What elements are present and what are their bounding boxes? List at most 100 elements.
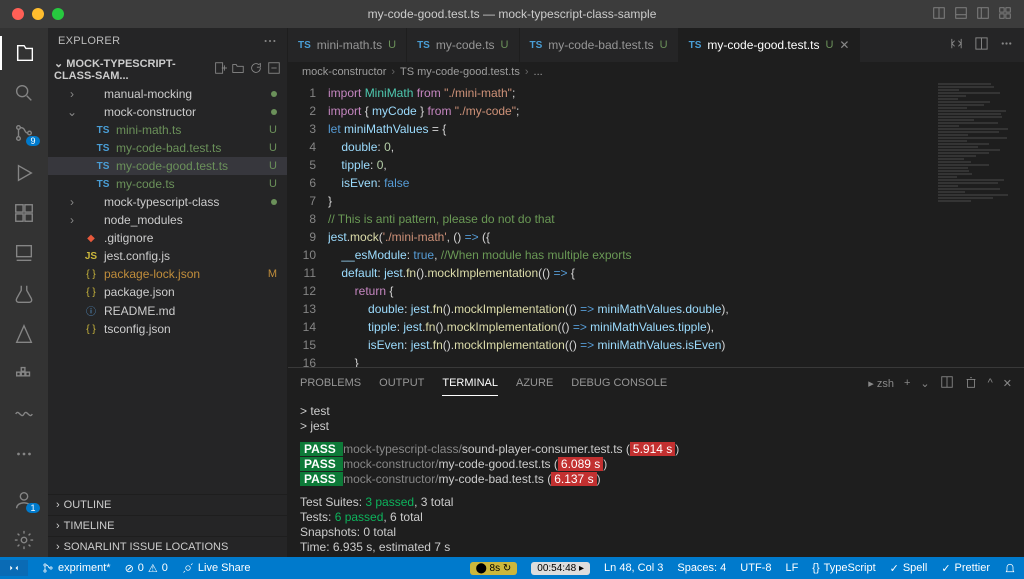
remote-indicator[interactable]: [0, 560, 28, 576]
kill-terminal-icon[interactable]: [964, 375, 978, 392]
tree-item-my-code-bad-test-ts[interactable]: TSmy-code-bad.test.tsU: [48, 139, 287, 157]
pass-badge: PASS: [300, 442, 343, 456]
sidebar-section-outline[interactable]: › OUTLINE: [48, 494, 287, 515]
terminal[interactable]: > test > jest PASS mock-typescript-class…: [288, 398, 1024, 557]
tree-item-README-md[interactable]: ⓘREADME.md: [48, 301, 287, 320]
eol[interactable]: LF: [785, 562, 798, 574]
tree-item--gitignore[interactable]: ◆.gitignore: [48, 229, 287, 247]
encoding[interactable]: UTF-8: [740, 562, 771, 574]
azure-icon[interactable]: [0, 317, 48, 351]
git-branch[interactable]: expriment*: [42, 562, 111, 574]
pass-badge: PASS: [300, 472, 343, 486]
tab-my-code-ts[interactable]: TSmy-code.tsU: [407, 28, 519, 62]
panel: PROBLEMS OUTPUT TERMINAL AZURE DEBUG CONSOLE…: [288, 367, 1024, 557]
tab-more-icon[interactable]: [999, 36, 1014, 54]
customize-layout-icon[interactable]: [998, 6, 1012, 23]
panel-tab-debug-console[interactable]: DEBUG CONSOLE: [571, 371, 667, 395]
live-share[interactable]: Live Share: [182, 562, 251, 574]
indentation[interactable]: Spaces: 4: [677, 562, 726, 574]
tree-item-mock-typescript-class[interactable]: ›mock-typescript-class: [48, 193, 287, 211]
tree-item-my-code-ts[interactable]: TSmy-code.tsU: [48, 175, 287, 193]
maximize-window[interactable]: [52, 8, 64, 20]
status-bar: expriment* ⊘ 0 ⚠ 0 Live Share ⬤ 8s ↻ 00:…: [0, 557, 1024, 579]
sidebar-section-sonarlint-issue-locations[interactable]: › SONARLINT ISSUE LOCATIONS: [48, 536, 287, 557]
timer-pill[interactable]: ⬤ 8s ↻: [470, 562, 518, 575]
tree-item-package-json[interactable]: { }package.json: [48, 283, 287, 301]
collapse-icon[interactable]: [267, 61, 281, 78]
notifications-icon[interactable]: [1004, 562, 1016, 574]
extensions-icon[interactable]: [0, 196, 48, 230]
search-icon[interactable]: [0, 76, 48, 110]
docker-icon[interactable]: [0, 357, 48, 391]
tree-item-my-code-good-test-ts[interactable]: TSmy-code-good.test.tsU: [48, 157, 287, 175]
tree-item-manual-mocking[interactable]: ›manual-mocking: [48, 85, 287, 103]
panel-toggle-icon[interactable]: [954, 6, 968, 23]
new-terminal-icon[interactable]: +: [904, 377, 910, 389]
scm-badge: 9: [26, 136, 40, 146]
run-debug-icon[interactable]: [0, 156, 48, 190]
compare-changes-icon[interactable]: [949, 36, 964, 54]
file-tree: ›manual-mocking⌄mock-constructorTSmini-m…: [48, 85, 287, 494]
new-folder-icon[interactable]: [231, 61, 245, 78]
maximize-panel-icon[interactable]: ^: [988, 377, 993, 389]
term-line: > test: [300, 404, 1012, 419]
tree-item-jest-config-js[interactable]: JSjest.config.js: [48, 247, 287, 265]
panel-tab-output[interactable]: OUTPUT: [379, 371, 424, 395]
tree-item-tsconfig-json[interactable]: { }tsconfig.json: [48, 320, 287, 338]
settings-icon[interactable]: [0, 523, 48, 557]
explorer-root[interactable]: ⌄ MOCK-TYPESCRIPT-CLASS-SAM...: [48, 54, 287, 85]
window-title: my-code-good.test.ts — mock-typescript-c…: [368, 7, 657, 21]
sidebar-section-timeline[interactable]: › TIMELINE: [48, 515, 287, 536]
tree-item-package-lock-json[interactable]: { }package-lock.jsonM: [48, 265, 287, 283]
panel-tab-terminal[interactable]: TERMINAL: [442, 371, 498, 396]
clock-pill[interactable]: 00:54:48 ▸: [531, 562, 590, 575]
source-control-icon[interactable]: 9: [0, 116, 48, 150]
tabs-actions: [939, 28, 1024, 62]
line-gutter: 1234567891011121314151617181920: [288, 82, 328, 367]
explorer-menu-icon[interactable]: [263, 34, 277, 48]
explorer-icon[interactable]: [0, 36, 48, 70]
new-file-icon[interactable]: [213, 61, 227, 78]
close-window[interactable]: [12, 8, 24, 20]
tab-my-code-good-test-ts[interactable]: TSmy-code-good.test.tsU✕: [679, 28, 861, 62]
prettier-status[interactable]: ✓ Prettier: [941, 562, 990, 575]
refresh-icon[interactable]: [249, 61, 263, 78]
account-icon[interactable]: 1: [0, 483, 48, 517]
term-line: > jest: [300, 419, 1012, 434]
terminal-dropdown-icon[interactable]: ⌄: [920, 377, 929, 390]
layout-toggle-icon[interactable]: [932, 6, 946, 23]
tab-my-code-bad-test-ts[interactable]: TSmy-code-bad.test.tsU: [520, 28, 679, 62]
titlebar-actions: [932, 6, 1024, 23]
panel-tabs: PROBLEMS OUTPUT TERMINAL AZURE DEBUG CONSOLE…: [288, 368, 1024, 398]
tree-item-mini-math-ts[interactable]: TSmini-math.tsU: [48, 121, 287, 139]
window-controls: [0, 8, 64, 20]
root-label: MOCK-TYPESCRIPT-CLASS-SAM...: [54, 58, 176, 82]
panel-tab-azure[interactable]: AZURE: [516, 371, 553, 395]
close-tab-icon[interactable]: ✕: [839, 38, 849, 52]
editor-tabs: TSmini-math.tsUTSmy-code.tsUTSmy-code-ba…: [288, 28, 1024, 62]
split-editor-icon[interactable]: [974, 36, 989, 54]
minimize-window[interactable]: [32, 8, 44, 20]
tree-item-node-modules[interactable]: ›node_modules: [48, 211, 287, 229]
close-panel-icon[interactable]: ✕: [1003, 377, 1012, 390]
cursor-position[interactable]: Ln 48, Col 3: [604, 562, 663, 574]
problems-status[interactable]: ⊘ 0 ⚠ 0: [125, 562, 168, 575]
split-terminal-icon[interactable]: [940, 375, 954, 392]
explorer-heading: EXPLORER: [58, 35, 120, 47]
code-editor[interactable]: import MiniMath from "./mini-math";impor…: [328, 82, 934, 367]
sonarlint-icon[interactable]: [0, 397, 48, 431]
spell-check[interactable]: ✓ Spell: [890, 562, 928, 575]
tree-item-mock-constructor[interactable]: ⌄mock-constructor: [48, 103, 287, 121]
terminal-shell-label[interactable]: ▸ zsh: [868, 377, 894, 390]
test-icon[interactable]: [0, 276, 48, 310]
breadcrumb[interactable]: mock-constructor›TS my-code-good.test.ts…: [288, 62, 1024, 82]
titlebar: my-code-good.test.ts — mock-typescript-c…: [0, 0, 1024, 28]
panel-tab-problems[interactable]: PROBLEMS: [300, 371, 361, 395]
language-mode[interactable]: {} TypeScript: [812, 562, 875, 574]
activity-bar: 9 1: [0, 28, 48, 557]
remote-explorer-icon[interactable]: [0, 236, 48, 270]
more-icon[interactable]: [0, 437, 48, 471]
minimap[interactable]: [934, 82, 1024, 367]
sidebar-toggle-icon[interactable]: [976, 6, 990, 23]
tab-mini-math-ts[interactable]: TSmini-math.tsU: [288, 28, 407, 62]
